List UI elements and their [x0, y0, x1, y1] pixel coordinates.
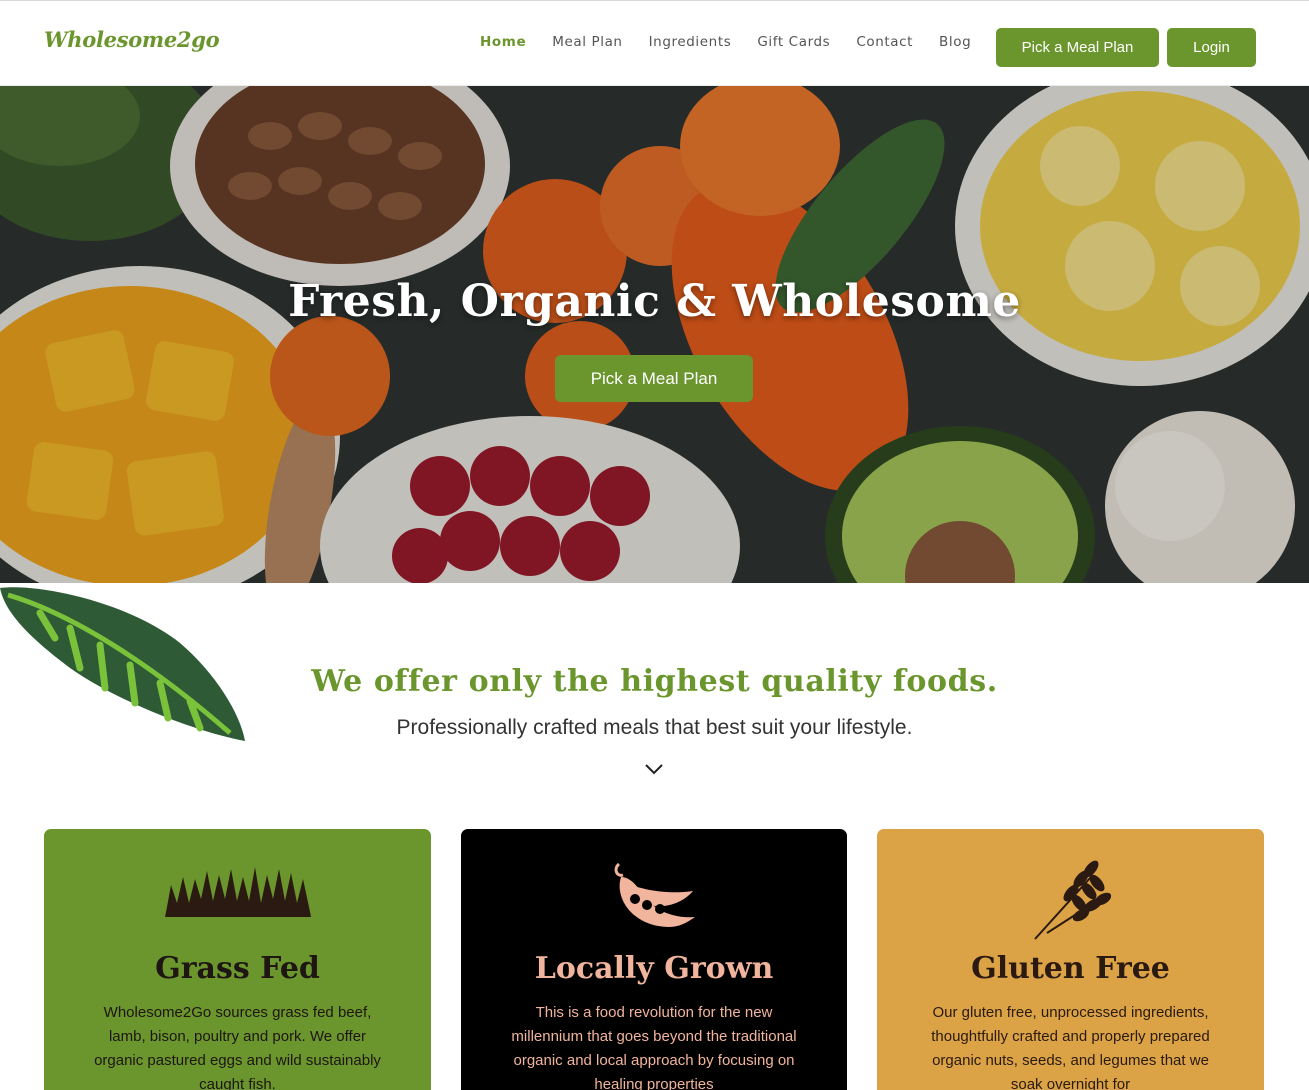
nav-ingredients[interactable]: Ingredients — [649, 34, 732, 50]
card-title: Grass Fed — [155, 951, 320, 986]
nav-home[interactable]: Home — [480, 34, 526, 50]
nav-meal-plan[interactable]: Meal Plan — [552, 34, 622, 50]
feature-card-grass-fed: Grass Fed Wholesome2Go sources grass fed… — [44, 829, 431, 1090]
wheat-icon — [1033, 860, 1111, 940]
hero-title: Fresh, Organic & Wholesome — [288, 276, 1021, 327]
card-title: Locally Grown — [534, 951, 774, 986]
intro-heading: We offer only the highest quality foods. — [311, 664, 998, 699]
feature-card-locally-grown: Locally Grown This is a food revolution … — [461, 829, 847, 1090]
site-header: Wholesome2go Home Meal Plan Ingredients … — [0, 0, 1309, 86]
hero-overlay — [0, 86, 1309, 583]
feature-card-gluten-free: Gluten Free Our gluten free, unprocessed… — [877, 829, 1264, 1090]
site-logo[interactable]: Wholesome2go — [44, 27, 220, 52]
header-pick-meal-plan-button[interactable]: Pick a Meal Plan — [996, 28, 1159, 67]
card-text: Our gluten free, unprocessed ingredients… — [931, 1004, 1210, 1090]
chevron-down-icon[interactable] — [644, 761, 664, 777]
intro-subheading: Professionally crafted meals that best s… — [396, 716, 913, 739]
pea-pod-icon — [614, 862, 695, 927]
card-text: This is a food revolution for the new mi… — [511, 1004, 797, 1090]
card-title: Gluten Free — [971, 951, 1170, 986]
card-text: Wholesome2Go sources grass fed beef, lam… — [94, 1004, 381, 1090]
hero-pick-meal-plan-button[interactable]: Pick a Meal Plan — [555, 355, 753, 402]
hero-banner: Fresh, Organic & Wholesome Pick a Meal P… — [0, 86, 1309, 583]
nav-blog[interactable]: Blog — [939, 34, 971, 50]
nav-contact[interactable]: Contact — [856, 34, 913, 50]
main-nav: Home Meal Plan Ingredients Gift Cards Co… — [480, 34, 997, 50]
login-button[interactable]: Login — [1167, 28, 1256, 67]
nav-gift-cards[interactable]: Gift Cards — [757, 34, 830, 50]
grass-icon — [164, 867, 311, 917]
